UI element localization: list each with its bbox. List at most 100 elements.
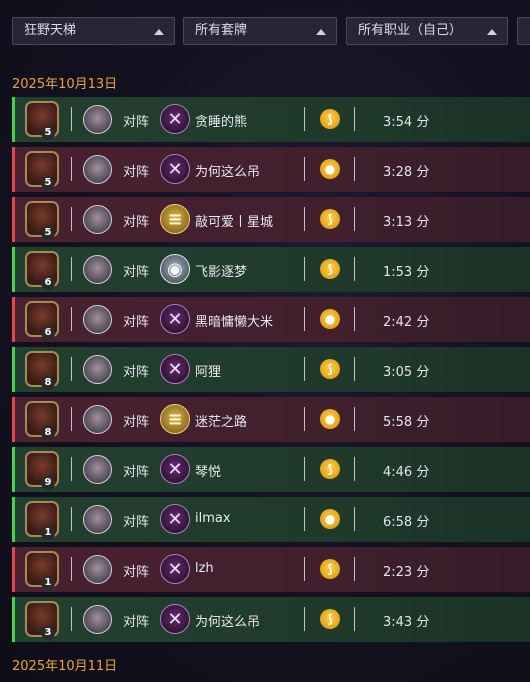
player-avatar (83, 105, 112, 134)
hero-portrait: 8 (25, 401, 59, 440)
match-duration: 3:43 分 (383, 615, 430, 630)
first-turn-icon: ⟆ (320, 359, 340, 379)
match-duration: 5:58 分 (383, 415, 430, 430)
player-avatar (83, 605, 112, 634)
match-row[interactable]: 5 对阵 ✕ 为何这么吊 ● 3:28 分 (12, 147, 530, 192)
player-avatar (83, 305, 112, 334)
rank-badge: 9 (41, 476, 55, 490)
first-turn-icon: ⟆ (320, 609, 340, 629)
match-row[interactable]: 1 对阵 ✕ lzh ⟆ 2:23 分 (12, 547, 530, 592)
demon-hunter-icon: ✕ (160, 154, 190, 184)
opponent-name: 琴悦 (195, 465, 222, 480)
divider (71, 257, 72, 281)
match-row[interactable]: 1 对阵 ✕ ilmax ● 6:58 分 (12, 497, 530, 542)
vs-label: 对阵 (123, 465, 150, 480)
demon-hunter-icon: ✕ (160, 504, 190, 534)
opponent-name: 黑暗慵懒大米 (195, 315, 274, 330)
vs-label: 对阵 (123, 615, 150, 630)
divider (354, 607, 355, 631)
divider (354, 457, 355, 481)
rank-badge: 5 (41, 126, 55, 140)
hero-portrait: 9 (25, 451, 59, 490)
divider (354, 307, 355, 331)
demon-hunter-icon: ✕ (160, 454, 190, 484)
class-dropdown[interactable]: 所有职业（自己） (346, 17, 508, 45)
divider (354, 107, 355, 131)
divider (304, 307, 305, 331)
match-row[interactable]: 8 对阵 ≡ 迷茫之路 ● 5:58 分 (12, 397, 530, 442)
hero-portrait: 6 (25, 301, 59, 340)
divider (71, 207, 72, 231)
divider (71, 407, 72, 431)
match-row[interactable]: 3 对阵 ✕ 为何这么吊 ⟆ 3:43 分 (12, 597, 530, 642)
match-row[interactable]: 6 对阵 ✕ 黑暗慵懒大米 ● 2:42 分 (12, 297, 530, 342)
mode-dropdown[interactable]: 狂野天梯 (12, 17, 175, 45)
match-row[interactable]: 9 对阵 ✕ 琴悦 ⟆ 4:46 分 (12, 447, 530, 492)
chevron-up-icon (487, 29, 497, 35)
rank-badge: 6 (41, 276, 55, 290)
rank-badge: 8 (41, 426, 55, 440)
rank-badge: 1 (41, 576, 55, 590)
player-avatar (83, 555, 112, 584)
player-avatar (83, 455, 112, 484)
vs-label: 对阵 (123, 165, 150, 180)
rank-badge: 5 (41, 226, 55, 240)
vs-label: 对阵 (123, 115, 150, 130)
demon-hunter-icon: ✕ (160, 554, 190, 584)
match-duration: 1:53 分 (383, 265, 430, 280)
match-row[interactable]: 5 对阵 ≡ 敲可爱丨星城 ⟆ 3:13 分 (12, 197, 530, 242)
match-duration: 3:13 分 (383, 215, 430, 230)
match-row[interactable]: 6 对阵 ◉ 飞影逐梦 ⟆ 1:53 分 (12, 247, 530, 292)
coin-icon: ● (320, 409, 340, 429)
demon-hunter-icon: ✕ (160, 304, 190, 334)
hero-portrait: 8 (25, 351, 59, 390)
rank-badge: 3 (41, 626, 55, 640)
hero-portrait: 5 (25, 101, 59, 140)
divider (354, 357, 355, 381)
opponent-name: 敲可爱丨星城 (195, 215, 274, 230)
divider (71, 557, 72, 581)
match-duration: 6:58 分 (383, 515, 430, 530)
deck-dropdown[interactable]: 所有套牌 (183, 17, 337, 45)
rank-badge: 1 (41, 526, 55, 540)
opponent-name: 阿狸 (195, 365, 222, 380)
opponent-name: ilmax (195, 511, 231, 526)
opponent-name: 迷茫之路 (195, 415, 248, 430)
player-avatar (83, 205, 112, 234)
vs-label: 对阵 (123, 315, 150, 330)
divider (304, 507, 305, 531)
opponent-name: 贪睡的熊 (195, 115, 248, 130)
vs-label: 对阵 (123, 265, 150, 280)
divider (304, 557, 305, 581)
match-row[interactable]: 5 对阵 ✕ 贪睡的熊 ⟆ 3:54 分 (12, 97, 530, 142)
hero-portrait: 5 (25, 201, 59, 240)
divider (304, 357, 305, 381)
match-duration: 3:54 分 (383, 115, 430, 130)
vs-label: 对阵 (123, 415, 150, 430)
divider (304, 107, 305, 131)
rank-badge: 8 (41, 376, 55, 390)
first-turn-icon: ⟆ (320, 459, 340, 479)
player-avatar (83, 355, 112, 384)
date-header: 2025年10月11日 (12, 659, 118, 674)
match-duration: 2:23 分 (383, 565, 430, 580)
hero-portrait: 5 (25, 151, 59, 190)
first-turn-icon: ⟆ (320, 109, 340, 129)
divider (71, 457, 72, 481)
hero-portrait: 6 (25, 251, 59, 290)
match-duration: 3:05 分 (383, 365, 430, 380)
hero-portrait: 1 (25, 501, 59, 540)
mode-dropdown-label: 狂野天梯 (24, 23, 77, 38)
match-duration: 2:42 分 (383, 315, 430, 330)
match-row[interactable]: 8 对阵 ✕ 阿狸 ⟆ 3:05 分 (12, 347, 530, 392)
demon-hunter-icon: ✕ (160, 354, 190, 384)
divider (354, 557, 355, 581)
chevron-up-icon (316, 29, 326, 35)
opponent-name: 为何这么吊 (195, 165, 261, 180)
player-avatar (83, 405, 112, 434)
vs-label: 对阵 (123, 215, 150, 230)
divider (354, 407, 355, 431)
rank-badge: 6 (41, 326, 55, 340)
extra-dropdown[interactable] (517, 17, 530, 45)
divider (71, 107, 72, 131)
